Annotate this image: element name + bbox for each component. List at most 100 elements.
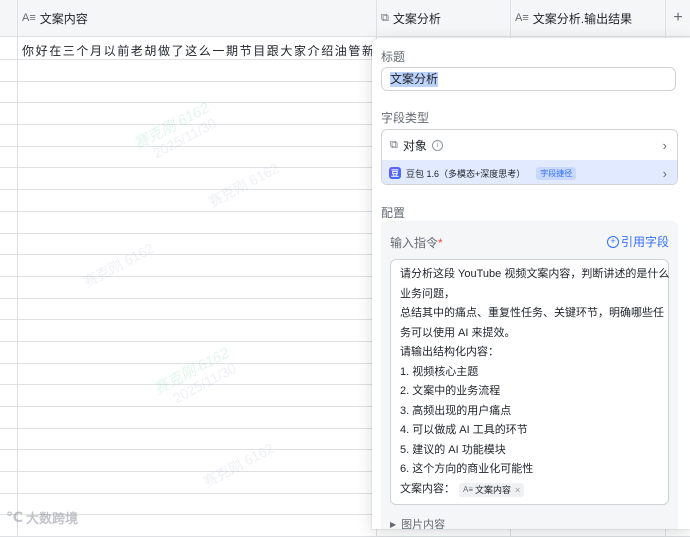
object-field-icon: ⧉ (390, 138, 398, 151)
brand-name: 大数跨境 (25, 511, 78, 526)
brand-logo: ℃ 大数跨境 (6, 508, 78, 527)
prompt-line: 业务问题， (400, 287, 455, 300)
table-cell[interactable] (18, 363, 377, 385)
row-number-cell[interactable] (0, 60, 18, 81)
table-cell[interactable] (18, 190, 377, 211)
table-cell[interactable] (18, 60, 377, 81)
row-number-cell[interactable] (0, 233, 18, 255)
prompt-line: 请分析这段 YouTube 视频文案内容，判断讲述的是什么 (400, 268, 670, 280)
row-number-cell[interactable] (0, 103, 18, 125)
text-field-icon: A≡ (463, 484, 474, 494)
row-number-cell[interactable] (0, 385, 18, 406)
column-label: 文案分析 (392, 11, 441, 26)
column-header-content[interactable]: A≡ 文案内容 (18, 0, 377, 36)
reference-field-label: 引用字段 (620, 235, 669, 249)
config-box: 输入指令* + 引用字段 请分析这段 YouTube 视频文案内容，判断讲述的是… (381, 221, 678, 529)
table-cell[interactable] (18, 255, 377, 276)
column-label: 文案内容 (39, 11, 88, 26)
chevron-right-icon: › (662, 165, 667, 181)
table-cell[interactable] (18, 385, 377, 406)
table-cell[interactable] (18, 341, 377, 363)
row-number-cell[interactable] (0, 320, 18, 341)
row-number-cell[interactable] (0, 211, 18, 233)
add-column-button[interactable]: + (666, 0, 690, 36)
column-label: 文案分析.输出结果 (532, 11, 633, 26)
prompt-line: 总结其中的痛点、重复性任务、关键环节，明确哪些任 (400, 307, 664, 319)
text-field-icon: A≡ (515, 12, 529, 24)
prompt-reference-line: 文案内容： A≡ 文案内容 × (400, 480, 659, 500)
model-name: 豆包 1.6（多模态+深度思考） (406, 168, 526, 179)
row-number-header (0, 0, 18, 36)
row-number-cell[interactable] (0, 450, 18, 472)
prompt-line: 6. 这个方向的商业化可能性 (400, 463, 534, 475)
info-icon[interactable]: i (431, 139, 443, 151)
table-cell[interactable] (18, 233, 377, 255)
column-header-result[interactable]: A≡ 文案分析.输出结果 (511, 0, 666, 36)
brand-icon: ℃ (6, 509, 23, 525)
row-number-cell[interactable] (0, 428, 18, 450)
model-tag: 字段捷径 (536, 166, 577, 180)
row-number-cell[interactable] (0, 255, 18, 276)
prompt-line: 4. 可以做成 AI 工具的环节 (400, 424, 528, 436)
prompt-line: 3. 高频出现的用户痛点 (400, 404, 512, 417)
image-content-section[interactable]: ▶ 图片内容 (390, 516, 445, 529)
row-number-cell[interactable] (0, 363, 18, 385)
model-select[interactable]: 豆 豆包 1.6（多模态+深度思考） 字段捷径 › (382, 160, 677, 184)
prompt-input[interactable]: 请分析这段 YouTube 视频文案内容，判断讲述的是什么 业务问题， 总结其中的痛… (390, 259, 669, 505)
row-number-cell[interactable] (0, 36, 18, 59)
prompt-line: 1. 视频核心主题 (400, 365, 479, 378)
plus-circle-icon: + (606, 235, 619, 248)
prompt-line: 务可以使用 AI 来提效。 (400, 326, 516, 339)
prompt-ref-label: 文案内容： (400, 482, 455, 495)
field-type-value: 对象 (402, 138, 427, 153)
object-field-icon: ⧉ (381, 11, 389, 24)
table-cell[interactable] (18, 428, 377, 450)
cell-content-row1[interactable]: 你好在三个月以前老胡做了这么一期节目跟大家介绍油管新... (22, 42, 372, 59)
row-number-cell[interactable] (0, 168, 18, 190)
table-cell[interactable] (18, 298, 377, 320)
field-reference-chip[interactable]: A≡ 文案内容 × (459, 482, 525, 497)
row-number-cell[interactable] (0, 190, 18, 211)
grid-header: A≡ 文案内容 ⧉ 文案分析 A≡ 文案分析.输出结果 + (0, 0, 690, 37)
input-instruction-label: 输入指令* (390, 234, 443, 251)
table-cell[interactable] (18, 472, 377, 493)
row-number-cell[interactable] (0, 276, 18, 298)
row-number-cell[interactable] (0, 341, 18, 363)
table-cell[interactable] (18, 450, 377, 472)
row-number-cell[interactable] (0, 407, 18, 428)
field-type-label: 字段类型 (381, 111, 430, 125)
row-number-cell[interactable] (0, 472, 18, 493)
table-cell[interactable] (18, 276, 377, 298)
field-type-box: ⧉ 对象 i › 豆 豆包 1.6（多模态+深度思考） 字段捷径 › (381, 129, 678, 185)
row-number-cell[interactable] (0, 146, 18, 168)
required-mark: * (438, 236, 443, 250)
column-header-analysis[interactable]: ⧉ 文案分析 (377, 0, 511, 36)
prompt-line: 2. 文案中的业务流程 (400, 385, 501, 397)
table-cell[interactable] (18, 168, 377, 190)
chevron-right-icon: › (662, 137, 667, 153)
table-cell[interactable] (18, 407, 377, 428)
row-number-cell[interactable] (0, 81, 18, 103)
row-number-cell[interactable] (0, 125, 18, 146)
doubao-logo-icon: 豆 (389, 167, 401, 179)
config-label: 配置 (381, 206, 406, 220)
prompt-line: 5. 建议的 AI 功能模块 (400, 443, 506, 456)
table-cell[interactable] (18, 125, 377, 146)
title-input[interactable]: 文案分析 (381, 67, 676, 91)
close-icon[interactable]: × (515, 483, 520, 497)
field-type-select[interactable]: ⧉ 对象 i › (382, 130, 677, 160)
chip-label: 文案内容 (475, 484, 512, 495)
table-cell[interactable] (18, 81, 377, 103)
row-number-cell[interactable] (0, 298, 18, 320)
field-config-panel: 标题 文案分析 字段类型 ⧉ 对象 i › 豆 豆包 1.6（多模态+深度思考）… (372, 38, 690, 529)
reference-field-button[interactable]: + 引用字段 (606, 233, 669, 250)
chevron-right-icon: ▶ (390, 519, 397, 529)
table-cell[interactable] (18, 211, 377, 233)
table-cell[interactable] (18, 146, 377, 168)
text-field-icon: A≡ (22, 12, 36, 24)
table-cell[interactable] (18, 103, 377, 125)
image-section-label: 图片内容 (401, 519, 446, 529)
title-label: 标题 (381, 50, 406, 64)
table-cell[interactable] (18, 320, 377, 341)
prompt-line: 请输出结构化内容： (400, 346, 499, 358)
